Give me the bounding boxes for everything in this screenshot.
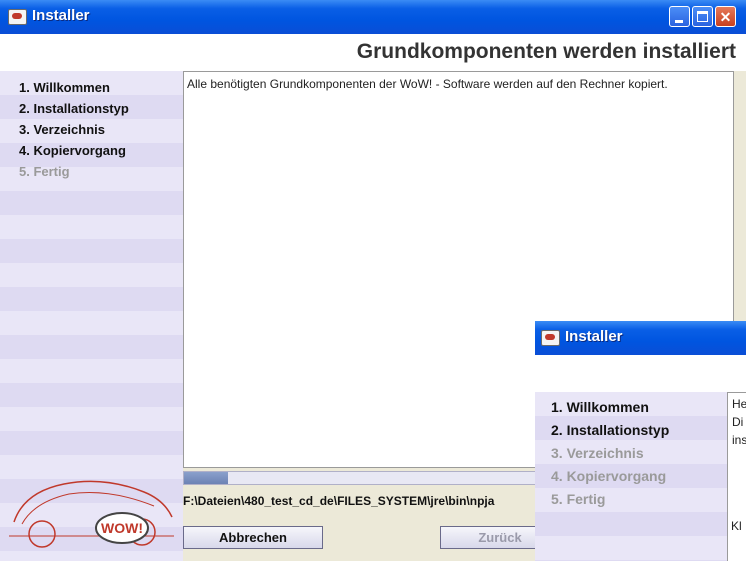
step-list: 1. Willkommen 2. Installationstyp 3. Ver…	[551, 396, 669, 511]
cancel-button[interactable]: Abbrechen	[183, 526, 323, 549]
installer-window-second: Installer 1. Willkommen 2. Installations…	[535, 321, 746, 561]
content-text: He Di ins	[732, 395, 746, 449]
app-icon	[541, 330, 560, 346]
content-line: ins	[732, 433, 746, 447]
maximize-icon	[697, 11, 708, 22]
maximize-button[interactable]	[692, 6, 713, 27]
minimize-button[interactable]	[669, 6, 690, 27]
step-item-verzeichnis: 3. Verzeichnis	[551, 445, 644, 461]
title-bar[interactable]: Installer	[535, 321, 746, 355]
close-icon: ✕	[719, 9, 732, 25]
window-title: Installer	[565, 328, 623, 345]
step-item-installationstyp: 2. Installationstyp	[19, 101, 129, 116]
minimize-icon	[675, 20, 683, 23]
content-line: Di	[732, 415, 744, 429]
step-item-fertig: 5. Fertig	[19, 164, 70, 179]
content-footer-text: Kl	[731, 519, 742, 533]
logo-text: WOW!	[101, 520, 143, 536]
page-heading	[535, 355, 746, 392]
step-list: 1. Willkommen 2. Installationstyp 3. Ver…	[19, 77, 129, 182]
step-item-willkommen: 1. Willkommen	[19, 80, 110, 95]
step-item-installationstyp: 2. Installationstyp	[551, 422, 670, 438]
content-panel: He Di ins	[727, 392, 746, 561]
steps-sidebar: 1. Willkommen 2. Installationstyp 3. Ver…	[535, 392, 727, 561]
car-logo-icon: WOW!	[9, 480, 174, 548]
step-item-willkommen: 1. Willkommen	[551, 399, 649, 415]
title-bar[interactable]: Installer ✕	[0, 0, 746, 34]
step-item-kopiervorgang: 4. Kopiervorgang	[19, 143, 126, 158]
app-icon	[8, 9, 27, 25]
page-heading: Grundkomponenten werden installiert	[0, 34, 746, 71]
current-file-path: F:\Dateien\480_test_cd_de\FILES_SYSTEM\j…	[183, 494, 495, 508]
step-item-kopiervorgang: 4. Kopiervorgang	[551, 468, 667, 484]
content-line: He	[732, 397, 746, 411]
step-item-fertig: 5. Fertig	[551, 491, 606, 507]
close-button[interactable]: ✕	[715, 6, 736, 27]
content-text: Alle benötigten Grundkomponenten der WoW…	[187, 77, 668, 91]
progress-fill	[184, 472, 228, 484]
page-title: Grundkomponenten werden installiert	[356, 40, 736, 63]
window-title: Installer	[32, 7, 90, 24]
step-item-verzeichnis: 3. Verzeichnis	[19, 122, 105, 137]
